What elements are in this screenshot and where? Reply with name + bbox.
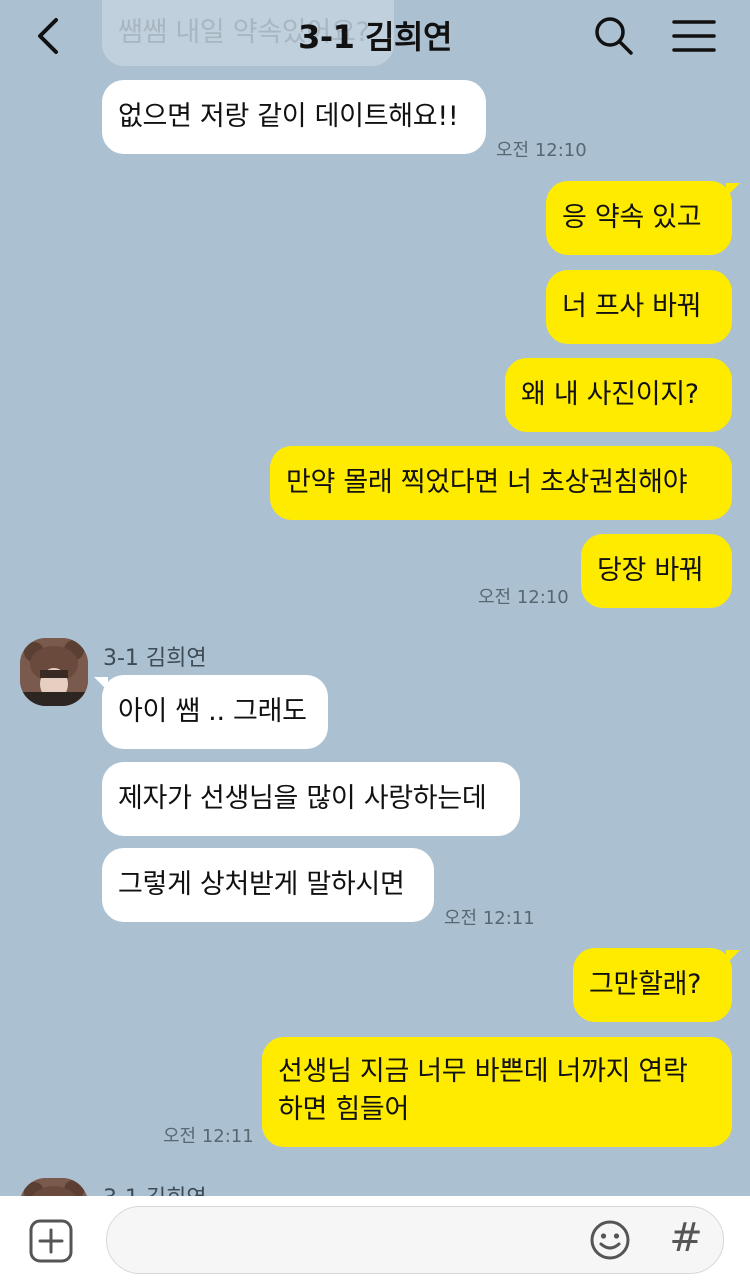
message-timestamp: 오전 12:11 (444, 908, 535, 929)
hamburger-menu-icon (672, 20, 716, 52)
message-incoming[interactable]: 제자가 선생님을 많이 사랑하는데 (102, 762, 520, 836)
menu-button[interactable] (670, 14, 718, 58)
message-text: 만약 몰래 찍었다면 너 초상권침해야 (286, 467, 688, 498)
message-incoming[interactable]: 없으면 저랑 같이 데이트해요!! (102, 80, 486, 154)
message-outgoing[interactable]: 응 약속 있고 (546, 181, 740, 255)
input-bar: # (0, 1196, 750, 1284)
message-text: 없으면 저랑 같이 데이트해요!! (118, 101, 459, 132)
avatar[interactable] (20, 638, 88, 706)
message-outgoing[interactable]: 만약 몰래 찍었다면 너 초상권침해야 (270, 446, 732, 520)
message-text: 응 약속 있고 (562, 202, 702, 233)
emoji-icon (590, 1220, 630, 1260)
plus-square-icon (29, 1219, 73, 1263)
hashtag-button[interactable]: # (664, 1212, 708, 1264)
chat-header: 3-1 김희연 (0, 0, 750, 72)
message-text: 아이 쌤 .. 그래도 (118, 696, 307, 727)
message-outgoing[interactable]: 왜 내 사진이지? (505, 358, 732, 432)
profile-photo (20, 638, 88, 706)
message-timestamp: 오전 12:10 (496, 140, 587, 161)
message-text-line: 선생님 지금 너무 바쁜데 너까지 연락 (278, 1056, 688, 1087)
sender-name: 3-1 김희연 (103, 646, 207, 671)
message-text: 제자가 선생님을 많이 사랑하는데 (118, 783, 487, 814)
search-icon (595, 17, 633, 55)
emoji-button[interactable] (588, 1218, 632, 1262)
message-incoming[interactable]: 아이 쌤 .. 그래도 (94, 675, 328, 749)
message-text: 왜 내 사진이지? (521, 379, 699, 410)
message-text: 너 프사 바꿔 (562, 291, 702, 322)
message-timestamp: 오전 12:10 (478, 587, 569, 608)
message-text: 그만할래? (589, 969, 702, 1000)
message-outgoing[interactable]: 당장 바꿔 (581, 534, 732, 608)
message-timestamp: 오전 12:11 (163, 1126, 254, 1147)
message-text: 그렇게 상처받게 말하시면 (118, 869, 405, 900)
message-text-line: 하면 힘들어 (278, 1094, 409, 1125)
attach-button[interactable] (28, 1218, 74, 1264)
message-incoming[interactable]: 그렇게 상처받게 말하시면 (102, 848, 434, 922)
message-outgoing[interactable]: 그만할래? (573, 948, 740, 1022)
search-button[interactable] (592, 14, 636, 58)
message-outgoing[interactable]: 너 프사 바꿔 (546, 270, 732, 344)
message-text: 당장 바꿔 (597, 555, 704, 586)
message-outgoing[interactable]: 선생님 지금 너무 바쁜데 너까지 연락 하면 힘들어 (262, 1037, 732, 1147)
chat-title: 3-1 김희연 (298, 18, 452, 56)
